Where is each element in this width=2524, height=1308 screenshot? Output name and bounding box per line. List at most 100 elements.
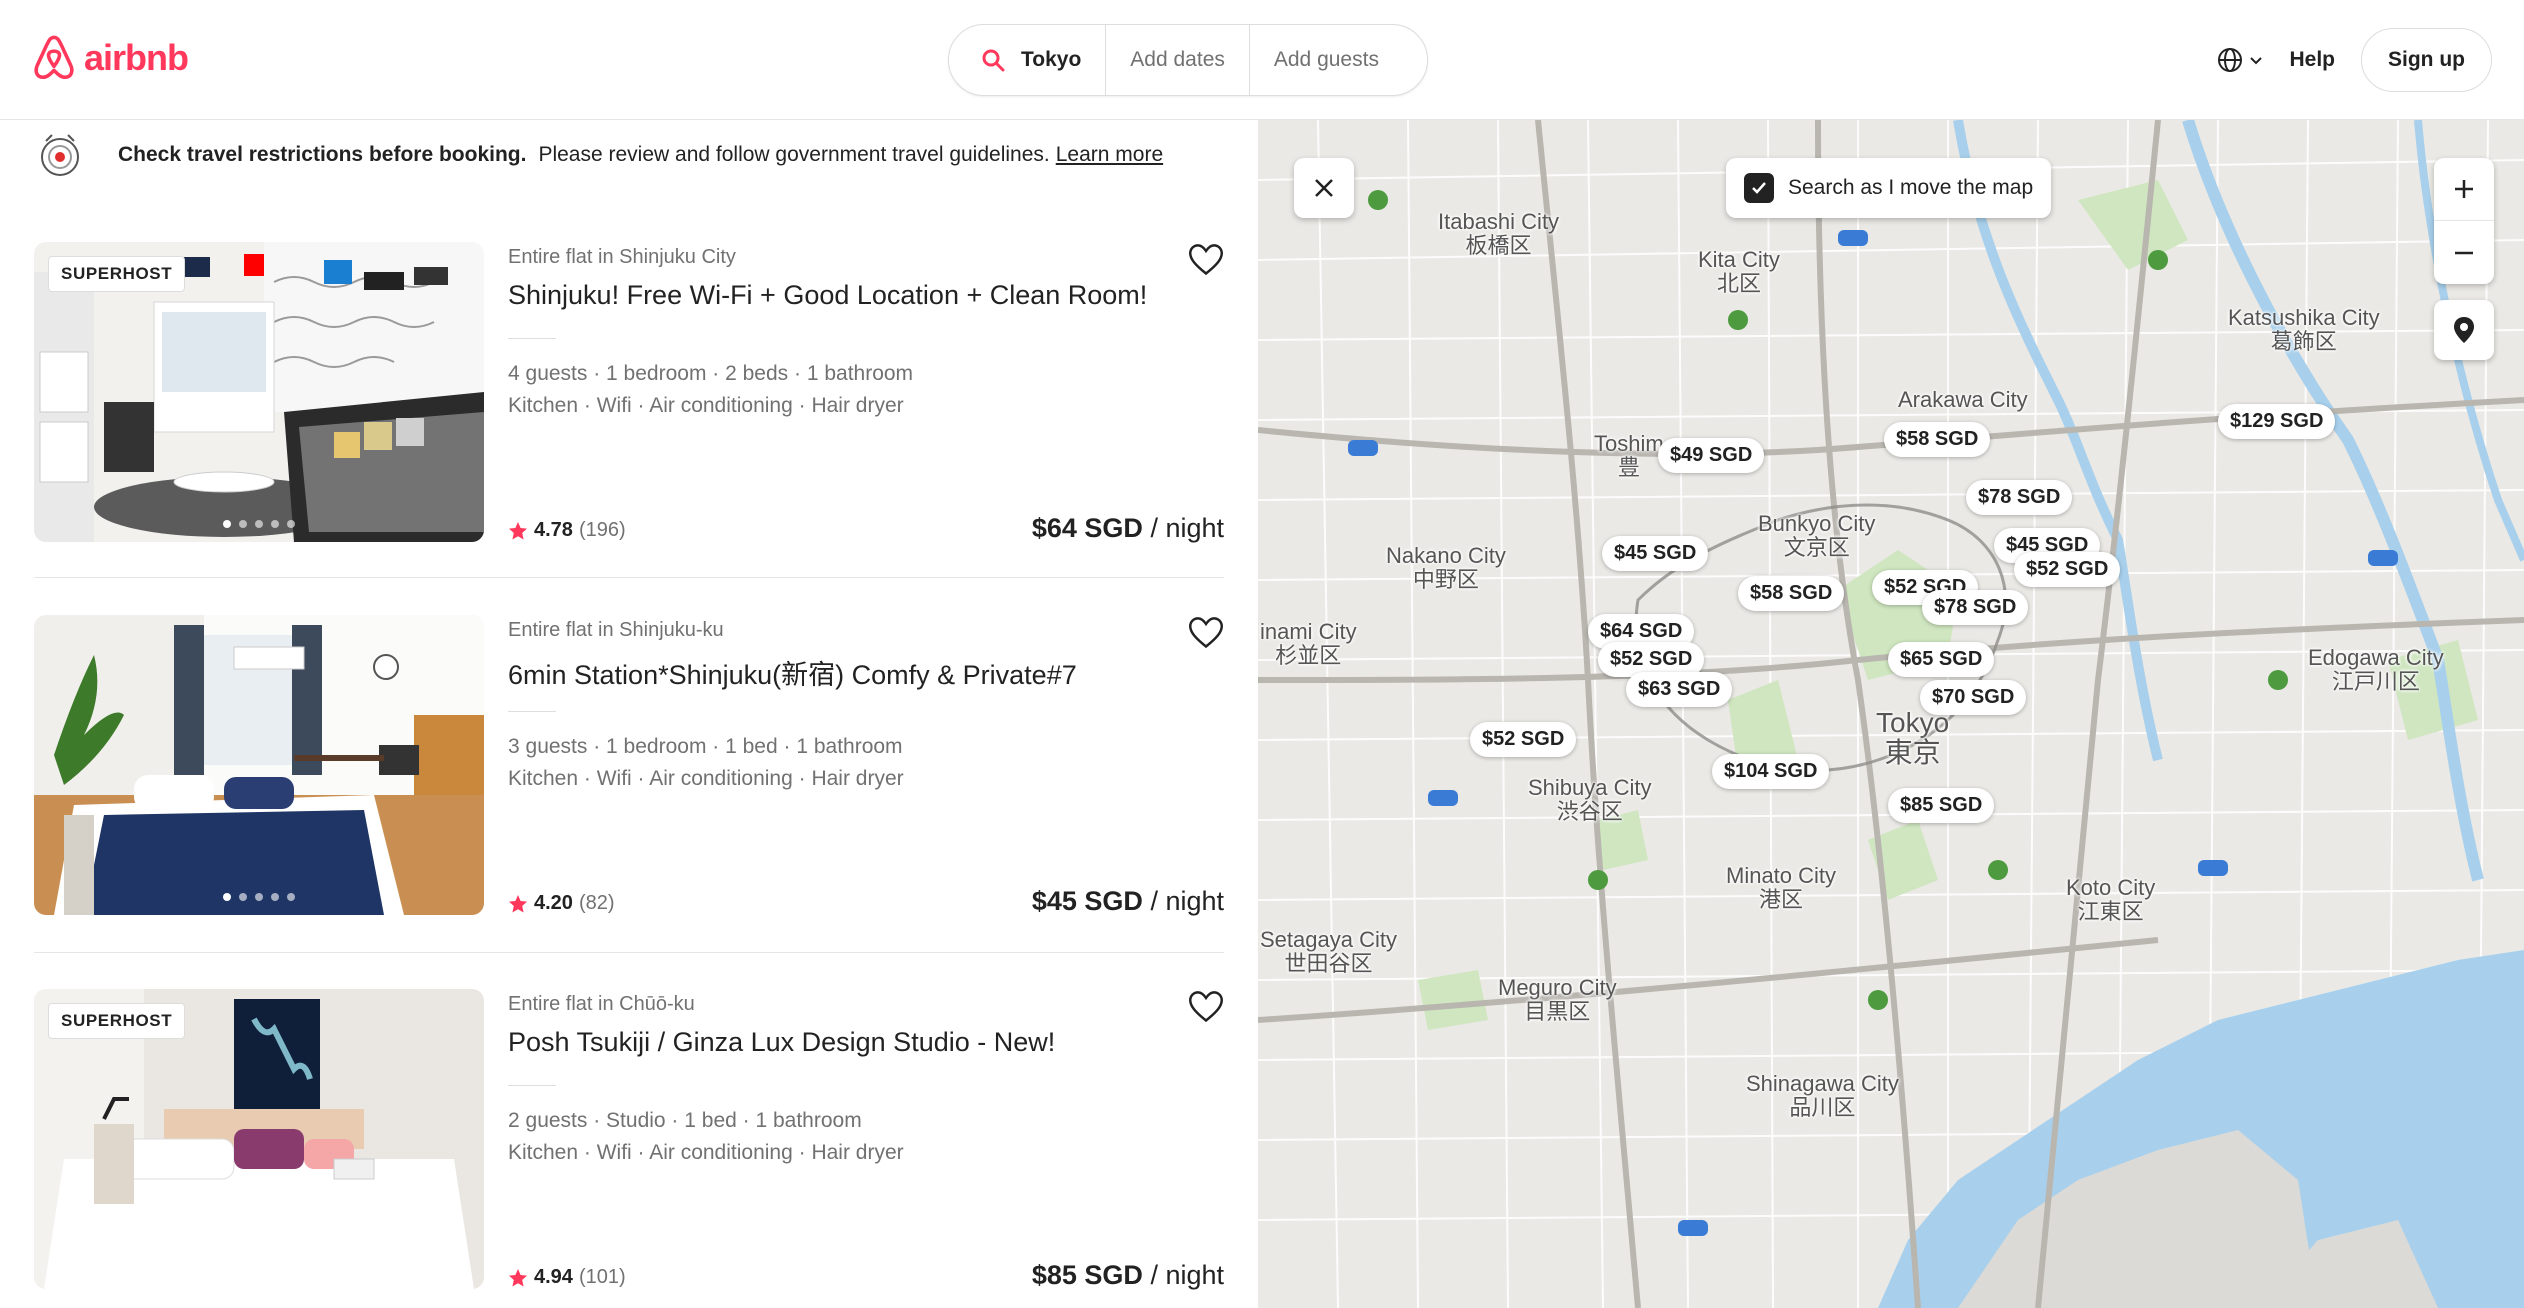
search-bar[interactable]: Tokyo Add dates Add guests: [948, 24, 1428, 96]
search-icon: [982, 49, 1005, 72]
review-count: (82): [578, 892, 615, 914]
search-as-move-toggle[interactable]: Search as I move the map: [1726, 158, 2052, 218]
map-label-meguro: Meguro City 目黒区: [1498, 975, 1617, 1024]
listing-card[interactable]: Entire flat in Shinjuku-ku 6min Station*…: [34, 615, 1224, 917]
listing-subtitle: Entire flat in Shinjuku City: [508, 246, 736, 268]
help-link[interactable]: Help: [2289, 48, 2335, 72]
map-label-kita: Kita City 北区: [1698, 247, 1780, 296]
listing-price: $85 SGD / night: [1032, 1260, 1224, 1291]
map-label-bunkyo: Bunkyo City 文京区: [1758, 511, 1876, 560]
price-pin[interactable]: $58 SGD: [1738, 576, 1845, 611]
price-pin[interactable]: $49 SGD: [1658, 438, 1765, 473]
listing-price: $64 SGD / night: [1032, 513, 1224, 544]
listing-amenities: Kitchen · Wifi · Air conditioning · Hair…: [508, 767, 904, 790]
listing-card[interactable]: SUPERHOST Entire flat in Chūō-ku Posh Ts…: [34, 989, 1224, 1291]
superhost-badge: SUPERHOST: [48, 1003, 186, 1039]
price-pin[interactable]: $45 SGD: [1602, 536, 1709, 571]
listing-title[interactable]: Posh Tsukiji / Ginza Lux Design Studio -…: [508, 1027, 1055, 1058]
price-pin[interactable]: $52 SGD: [1470, 722, 1577, 757]
header-actions: Help Sign up: [2217, 24, 2492, 96]
map-label-setagaya: Setagaya City 世田谷区: [1260, 927, 1397, 976]
search-as-move-label: Search as I move the map: [1788, 176, 2034, 199]
heart-icon[interactable]: [1188, 242, 1224, 278]
map-label-toshima: Toshim 豊: [1594, 431, 1664, 480]
listing-specs: 4 guests · 1 bedroom · 2 beds · 1 bathro…: [508, 362, 914, 385]
price-pin[interactable]: $65 SGD: [1888, 642, 1995, 677]
star-icon: [509, 894, 527, 912]
listing-subtitle: Entire flat in Chūō-ku: [508, 993, 695, 1015]
search-location[interactable]: Tokyo: [949, 25, 1107, 95]
listing-subtitle: Entire flat in Shinjuku-ku: [508, 619, 724, 641]
listing-divider: [508, 338, 556, 339]
close-map-button[interactable]: [1294, 158, 1354, 218]
price-unit: / night: [1150, 886, 1224, 916]
rating-value: 4.94: [534, 1266, 573, 1288]
price-value: $85 SGD: [1031, 1260, 1143, 1290]
map-label-minato: Minato City 港区: [1726, 863, 1837, 912]
travel-notice: Check travel restrictions before booking…: [36, 130, 1163, 180]
price-pin[interactable]: $63 SGD: [1626, 672, 1733, 707]
price-pin[interactable]: $104 SGD: [1712, 754, 1830, 789]
price-value: $45 SGD: [1031, 886, 1143, 916]
chevron-down-icon: [2250, 57, 2263, 65]
search-dates[interactable]: Add dates: [1106, 25, 1250, 95]
listing-divider: [508, 1085, 556, 1086]
listing-card[interactable]: SUPERHOST Entire flat in Shinjuku City S…: [34, 242, 1224, 544]
price-unit: / night: [1150, 1260, 1224, 1290]
listing-rating: 4.94 (101): [508, 1266, 626, 1289]
search-location-value: Tokyo: [1021, 48, 1082, 71]
map-panel[interactable]: Itabashi City 板橋区 Kita City 北区 Katsushika …: [1258, 120, 2524, 1308]
signup-button[interactable]: Sign up: [2361, 28, 2492, 92]
photo-dots[interactable]: [34, 893, 484, 901]
price-pin[interactable]: $70 SGD: [1920, 680, 2027, 715]
close-icon: [1315, 179, 1333, 197]
logo-wordmark: airbnb: [84, 37, 189, 78]
listing-specs: 2 guests · Studio · 1 bed · 1 bathroom: [508, 1109, 862, 1132]
star-icon: [509, 521, 527, 539]
map-label-shibuya: Shibuya City 渋谷区: [1528, 775, 1652, 824]
listing-photo[interactable]: SUPERHOST: [34, 989, 484, 1289]
map-label-suginami: inami City 杉並区: [1260, 619, 1357, 668]
listing-photo[interactable]: [34, 615, 484, 915]
listing-divider: [508, 711, 556, 712]
current-location-button[interactable]: [2434, 300, 2494, 360]
price-pin[interactable]: $129 SGD: [2218, 404, 2336, 439]
room-photo-image: [34, 615, 484, 915]
checkbox-checked-icon: [1744, 173, 1774, 203]
location-pin-icon: [2454, 317, 2474, 343]
listing-photo[interactable]: SUPERHOST: [34, 242, 484, 542]
price-pin[interactable]: $58 SGD: [1884, 422, 1991, 457]
globe-icon: [2218, 48, 2243, 72]
listing-title[interactable]: Shinjuku! Free Wi-Fi + Good Location + C…: [508, 280, 1147, 311]
airbnb-logo[interactable]: airbnb: [32, 34, 189, 82]
price-pin[interactable]: $78 SGD: [1922, 590, 2029, 625]
zoom-in-button[interactable]: [2434, 158, 2494, 221]
alert-target-icon: [41, 134, 79, 176]
price-pin[interactable]: $85 SGD: [1888, 788, 1995, 823]
heart-icon[interactable]: [1188, 615, 1224, 651]
listing-specs: 3 guests · 1 bedroom · 1 bed · 1 bathroo…: [508, 735, 903, 758]
price-pin[interactable]: $78 SGD: [1966, 480, 2073, 515]
listing-separator: [34, 952, 1224, 953]
price-unit: / night: [1150, 513, 1224, 543]
heart-icon[interactable]: [1188, 989, 1224, 1025]
superhost-badge: SUPERHOST: [48, 256, 186, 292]
minus-icon: [2455, 251, 2473, 254]
top-header: airbnb Tokyo Add dates Add guests Help S…: [0, 0, 2524, 120]
plus-icon: [2455, 180, 2473, 198]
listing-price: $45 SGD / night: [1032, 886, 1224, 917]
photo-dots[interactable]: [34, 520, 484, 528]
map-label-nakano: Nakano City 中野区: [1386, 543, 1506, 592]
learn-more-link[interactable]: Learn more: [1056, 143, 1163, 167]
price-value: $64 SGD: [1031, 513, 1143, 543]
listing-rating: 4.78 (196): [508, 519, 626, 542]
notice-text: Please review and follow government trav…: [538, 143, 1050, 166]
photo-dots[interactable]: [34, 1267, 484, 1275]
zoom-controls: [2434, 158, 2494, 284]
price-pin[interactable]: $52 SGD: [2014, 552, 2121, 587]
listing-amenities: Kitchen · Wifi · Air conditioning · Hair…: [508, 1141, 904, 1164]
zoom-out-button[interactable]: [2434, 221, 2494, 284]
listing-title[interactable]: 6min Station*Shinjuku(新宿) Comfy & Privat…: [508, 653, 1077, 692]
language-button[interactable]: [2217, 47, 2263, 73]
search-guests[interactable]: Add guests: [1250, 25, 1403, 95]
